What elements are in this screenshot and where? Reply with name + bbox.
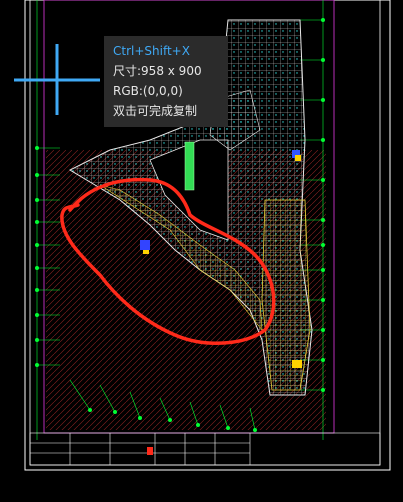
copy-hint: 双击可完成复制 bbox=[113, 104, 198, 118]
title-block bbox=[29, 432, 381, 466]
shortcut-label: Ctrl+Shift+X bbox=[113, 44, 190, 58]
crosshair-cursor-icon bbox=[14, 44, 100, 115]
rgb-readout: RGB:(0,0,0) bbox=[113, 84, 183, 98]
color-picker-tooltip: Ctrl+Shift+X 尺寸:958 x 900 RGB:(0,0,0) 双击… bbox=[104, 36, 228, 127]
size-readout: 尺寸:958 x 900 bbox=[113, 64, 202, 78]
